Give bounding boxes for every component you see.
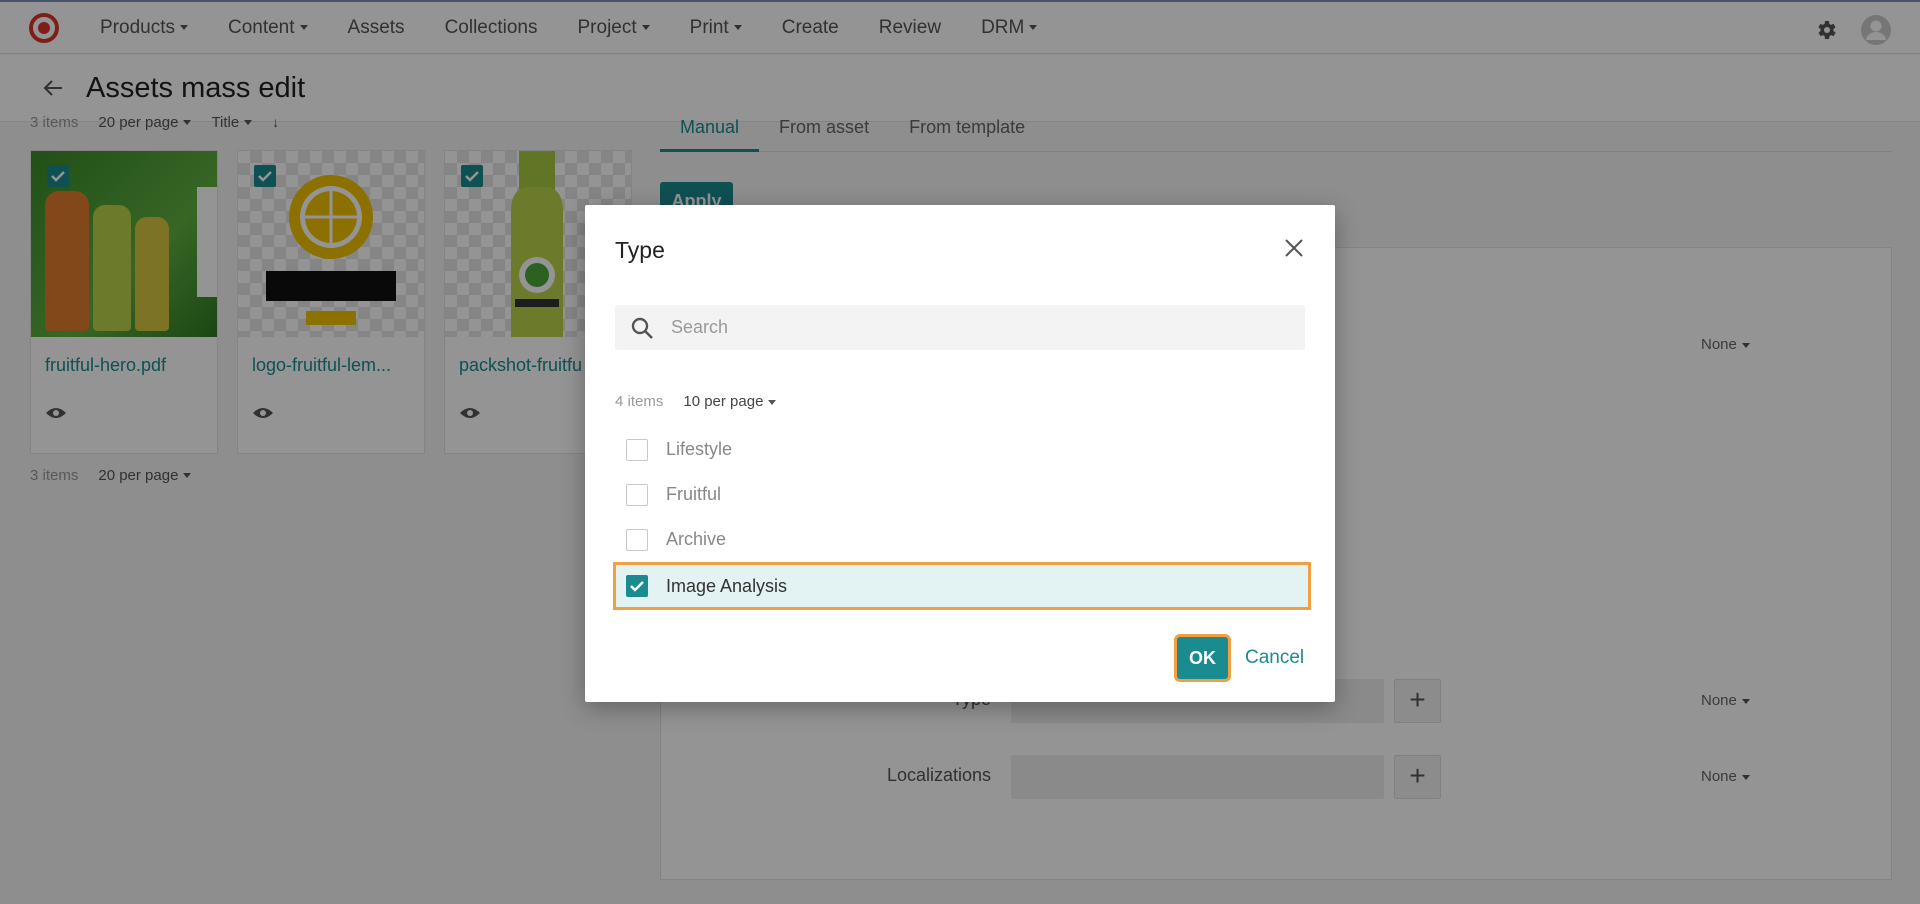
dialog-title: Type <box>615 237 665 263</box>
option-checkbox[interactable] <box>626 438 648 461</box>
item-count: 4 items <box>615 393 664 410</box>
option-label: Lifestyle <box>666 439 733 459</box>
option-checkbox[interactable] <box>626 575 648 597</box>
list-pager: 4 items 10 per page <box>615 393 777 410</box>
option-lifestyle[interactable]: Lifestyle <box>615 427 1305 472</box>
option-checkbox[interactable] <box>626 528 648 551</box>
search-input[interactable] <box>671 305 1291 350</box>
option-checkbox[interactable] <box>626 483 648 506</box>
per-page-label: 10 per page <box>683 393 764 410</box>
cancel-button[interactable]: Cancel <box>1245 637 1304 679</box>
option-image-analysis[interactable]: Image Analysis <box>613 562 1311 610</box>
option-archive[interactable]: Archive <box>615 517 1305 562</box>
search-icon <box>630 316 654 345</box>
search-box <box>615 305 1305 350</box>
per-page-dropdown[interactable]: 10 per page <box>683 393 777 410</box>
type-options: Lifestyle Fruitful Archive Image Analysi… <box>613 427 1311 610</box>
option-label: Archive <box>666 529 727 549</box>
ok-button[interactable]: OK <box>1177 637 1228 679</box>
caret-down-icon <box>768 399 777 405</box>
close-icon[interactable] <box>1281 235 1307 261</box>
option-label: Image Analysis <box>666 575 788 596</box>
option-fruitful[interactable]: Fruitful <box>615 472 1305 517</box>
option-label: Fruitful <box>666 484 722 504</box>
type-dialog: Type 4 items 10 per page Lifestyle Fruit… <box>585 205 1335 702</box>
